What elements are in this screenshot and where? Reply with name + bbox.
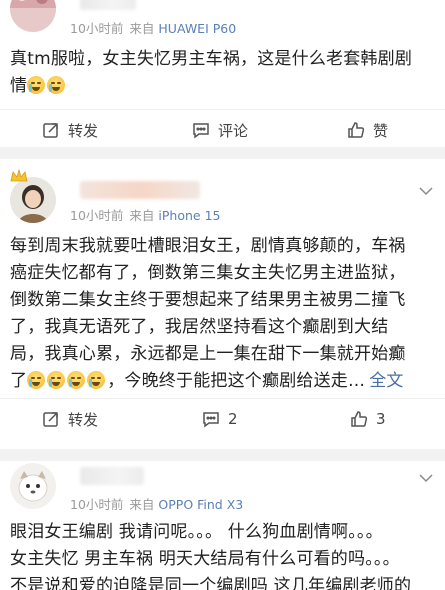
weibo-feed: 10小时前 来自 HUAWEI P60 真tm服啦，女主失忆男主车祸，这是什么老套… [0, 0, 445, 590]
crying-emoji-icon [27, 76, 46, 94]
post-meta: 10小时前 来自 OPPO Find X3 [70, 497, 243, 513]
text-line: 不是说和爱的迫降是同一个编剧吗 这几年编剧老师的 [10, 576, 412, 590]
comment-button[interactable]: 评论 [192, 110, 248, 150]
post-meta: 10小时前 来自 iPhone 15 [70, 208, 220, 224]
crying-emoji-icon [47, 371, 66, 389]
text-line: 了，我真无语死了，我居然坚持看这个癫剧到大结 [10, 317, 389, 337]
chevron-down-icon[interactable] [419, 186, 433, 196]
post-time: 10小时前 [70, 21, 124, 36]
text-line: 癌症失忆都有了，倒数第三集女主失忆男主进监狱， [10, 263, 406, 283]
action-bar: 转发 评论 赞 [0, 109, 445, 150]
text-line: 倒数第二集女主终于要想起来了结果男主被男二撞飞 [10, 290, 406, 310]
like-icon [348, 122, 365, 138]
text-line-with-emoji: 了 ，今晚终于能把这个癫剧给送走… 全文 [10, 368, 435, 395]
avatar[interactable] [10, 463, 56, 509]
avatar[interactable] [10, 0, 56, 32]
repost-label: 转发 [68, 121, 99, 140]
text-line-with-emoji: 情 [10, 73, 435, 100]
comment-icon [193, 123, 209, 139]
crying-emoji-icon [47, 76, 66, 94]
username-blurred[interactable] [80, 0, 136, 10]
device-link[interactable]: iPhone 15 [158, 208, 220, 223]
post-meta: 10小时前 来自 HUAWEI P60 [70, 21, 236, 37]
username-blurred[interactable] [80, 467, 144, 485]
post-time: 10小时前 [70, 497, 124, 512]
repost-icon [43, 123, 58, 138]
read-more-link[interactable]: 全文 [369, 371, 403, 391]
crown-icon [10, 169, 28, 182]
text-line: 局，我真心累，永远都是上一集在甜下一集就开始癫 [10, 344, 406, 364]
crying-emoji-icon [27, 371, 46, 389]
source-prefix: 来自 [129, 497, 155, 512]
comment-icon [203, 412, 219, 428]
avatar[interactable] [10, 177, 56, 223]
repost-label: 转发 [68, 410, 99, 429]
text-fragment: 了 [10, 371, 28, 391]
crying-emoji-icon [87, 371, 106, 389]
like-button[interactable]: 3 [350, 399, 386, 439]
comment-label: 评论 [218, 121, 249, 140]
post-text: 每到周末我就要吐槽眼泪女王，剧情真够颠的，车祸 癌症失忆都有了，倒数第三集女主失… [10, 233, 435, 395]
post-card-2: 10小时前 来自 iPhone 15 每到周末我就要吐槽眼泪女王，剧情真够颠的，车… [0, 159, 445, 449]
text-fragment: ，今晚终于能把这个癫剧给送走… [107, 371, 366, 391]
repost-button[interactable]: 转发 [42, 110, 98, 150]
text-line: 每到周末我就要吐槽眼泪女王，剧情真够颠的，车祸 [10, 236, 406, 256]
crying-emoji-icon [67, 371, 86, 389]
action-bar: 转发 2 3 [0, 398, 445, 439]
post-time: 10小时前 [70, 208, 124, 223]
like-count: 3 [376, 410, 386, 428]
repost-icon [43, 412, 58, 427]
text-fragment: 情 [10, 76, 28, 96]
like-label: 赞 [373, 121, 389, 140]
device-link[interactable]: HUAWEI P60 [158, 21, 236, 36]
text-line: 女主失忆 男主车祸 明天大结局有什么可看的吗。。。 [10, 549, 400, 569]
repost-button[interactable]: 转发 [42, 399, 98, 439]
like-button[interactable]: 赞 [347, 110, 388, 150]
username-blurred[interactable] [80, 181, 200, 199]
card-separator [0, 449, 445, 461]
post-text: 真tm服啦，女主失忆男主车祸，这是什么老套韩剧剧 情 [10, 46, 435, 100]
source-prefix: 来自 [129, 208, 155, 223]
post-text: 眼泪女王编剧 我请问呢。。。 什么狗血剧情啊。。。 女主失忆 男主车祸 明天大结… [10, 519, 435, 590]
device-link[interactable]: OPPO Find X3 [158, 497, 243, 512]
card-separator [0, 147, 445, 159]
text-line: 眼泪女王编剧 我请问呢。。。 什么狗血剧情啊。。。 [10, 522, 383, 542]
source-prefix: 来自 [129, 21, 155, 36]
post-card-3: 10小时前 来自 OPPO Find X3 眼泪女王编剧 我请问呢。。。 什么狗血… [0, 461, 445, 590]
text-line: 真tm服啦，女主失忆男主车祸，这是什么老套韩剧剧 [10, 49, 413, 69]
like-icon [351, 411, 368, 427]
comment-button[interactable]: 2 [202, 399, 238, 439]
post-card-1: 10小时前 来自 HUAWEI P60 真tm服啦，女主失忆男主车祸，这是什么老套… [0, 0, 445, 147]
chevron-down-icon[interactable] [419, 473, 433, 483]
comment-count: 2 [228, 410, 238, 428]
